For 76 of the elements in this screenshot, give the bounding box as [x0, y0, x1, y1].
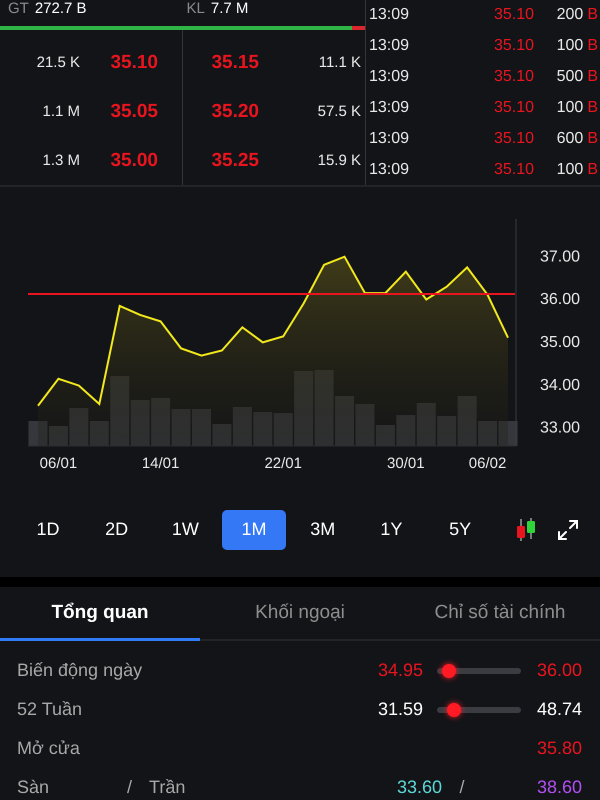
ask-price: 35.20 — [210, 100, 259, 122]
trade-time: 13:09 — [368, 130, 410, 148]
x-axis-label: 14/01 — [142, 455, 180, 472]
ask-volume: 15.9 K — [316, 152, 361, 169]
x-axis-label: 30/01 — [387, 455, 425, 472]
summary-label: GT — [8, 0, 29, 17]
period-button[interactable]: 1M — [222, 510, 286, 550]
stat-label: Sàn — [17, 777, 50, 798]
period-button[interactable]: 5Y — [428, 510, 492, 550]
trade-price: 35.10 — [492, 98, 534, 117]
period-button[interactable]: 1Y — [359, 510, 424, 550]
range-low-value: 31.59 — [376, 699, 423, 720]
trade-side: B — [587, 130, 598, 148]
bid-volume: 21.5 K — [36, 54, 80, 71]
trade-volume: 600 — [556, 130, 584, 148]
bid-price: 35.10 — [109, 52, 158, 74]
trade-volume: 100 — [556, 98, 584, 117]
tab[interactable]: Khối ngoại — [200, 587, 400, 641]
trade-side: B — [587, 98, 598, 117]
trade-volume: 100 — [556, 37, 584, 56]
tab[interactable]: Chỉ số tài chính — [400, 587, 600, 641]
bid-price: 35.00 — [109, 150, 158, 172]
summary-label: KL — [186, 0, 205, 17]
trade-side: B — [587, 160, 598, 179]
range-low-value: 34.95 — [376, 660, 423, 681]
x-axis-label: 22/01 — [264, 455, 302, 472]
period-button[interactable]: 1D — [16, 510, 80, 550]
y-axis-label: 33.00 — [540, 420, 580, 437]
trade-price: 35.10 — [492, 160, 534, 179]
trade-price: 35.10 — [492, 130, 534, 148]
trade-volume: 500 — [556, 68, 584, 86]
x-axis-label: 06/01 — [40, 455, 78, 472]
stat-label: Mở cửa — [17, 738, 81, 759]
period-button[interactable]: 1W — [153, 510, 218, 550]
ask-price: 35.25 — [210, 150, 259, 172]
tab[interactable]: Tổng quan — [0, 587, 200, 641]
trade-volume: 200 — [556, 6, 584, 24]
range-high-value: 48.74 — [536, 699, 582, 720]
bid-volume: 1.1 M — [41, 103, 80, 120]
stat-value: 35.80 — [536, 738, 582, 759]
trade-price: 35.10 — [492, 6, 534, 24]
ask-volume: 11.1 K — [318, 54, 361, 71]
period-button[interactable]: 2D — [84, 510, 149, 550]
stat-label: 52 Tuần — [17, 699, 84, 720]
summary-value: 272.7 B — [34, 0, 87, 17]
trade-volume: 100 — [556, 160, 584, 179]
bid-price: 35.05 — [109, 100, 158, 122]
trade-side: B — [587, 6, 598, 24]
expand-icon[interactable] — [556, 518, 579, 540]
summary-value: 7.7 M — [210, 0, 248, 17]
y-axis-label: 37.00 — [540, 248, 580, 266]
trade-time: 13:09 — [368, 6, 410, 24]
ask-price: 35.15 — [210, 52, 259, 74]
stat-label: Biến động ngày — [17, 660, 144, 681]
trade-time: 13:09 — [368, 160, 410, 179]
trade-price: 35.10 — [492, 37, 534, 56]
y-axis-label: 36.00 — [540, 291, 580, 308]
y-axis-label: 35.00 — [540, 334, 580, 352]
trade-time: 13:09 — [368, 98, 410, 117]
candlestick-icon[interactable] — [514, 516, 537, 542]
trade-time: 13:09 — [368, 37, 410, 56]
period-button[interactable]: 3M — [290, 510, 355, 550]
trade-price: 35.10 — [492, 68, 534, 86]
floor-price: 33.60 — [396, 777, 442, 798]
trade-side: B — [587, 68, 598, 86]
separator-slash: / — [127, 777, 134, 798]
trade-side: B — [587, 37, 598, 56]
ceiling-price: 38.60 — [536, 777, 582, 798]
ask-volume: 57.5 K — [316, 103, 361, 120]
trade-time: 13:09 — [368, 68, 410, 86]
stat-label: Trần — [149, 777, 186, 798]
y-axis-label: 34.00 — [540, 376, 580, 394]
separator-slash: / — [458, 777, 466, 798]
bid-volume: 1.3 M — [41, 152, 80, 169]
range-high-value: 36.00 — [536, 660, 582, 681]
x-axis-label: 06/02 — [468, 455, 506, 472]
